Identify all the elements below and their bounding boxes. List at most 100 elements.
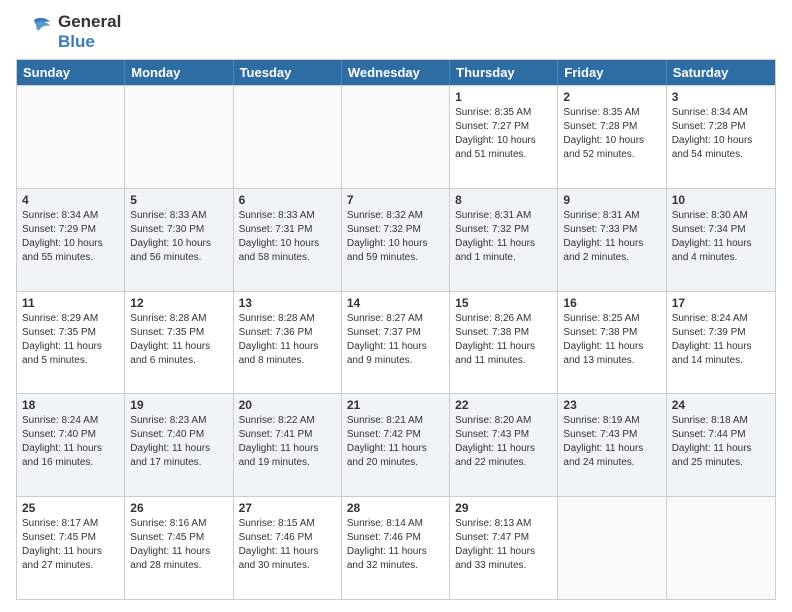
day-number: 29 xyxy=(455,501,552,515)
calendar-cell xyxy=(558,497,666,599)
calendar-body: 1 Sunrise: 8:35 AMSunset: 7:27 PMDaylight… xyxy=(17,85,775,599)
calendar-cell: 1 Sunrise: 8:35 AMSunset: 7:27 PMDaylight… xyxy=(450,86,558,188)
calendar-header-cell: Tuesday xyxy=(234,60,342,85)
day-number: 9 xyxy=(563,193,660,207)
calendar-cell: 3 Sunrise: 8:34 AMSunset: 7:28 PMDaylight… xyxy=(667,86,775,188)
day-number: 6 xyxy=(239,193,336,207)
calendar-cell: 26 Sunrise: 8:16 AMSunset: 7:45 PMDayligh… xyxy=(125,497,233,599)
sun-info: Sunrise: 8:33 AMSunset: 7:31 PMDaylight:… xyxy=(239,209,336,265)
calendar-cell: 17Sunrise: 8:24 AMSunset: 7:39 PMDayligh… xyxy=(667,292,775,394)
calendar-header-cell: Thursday xyxy=(450,60,558,85)
calendar-cell: 20 Sunrise: 8:22 AMSunset: 7:41 PMDayligh… xyxy=(234,394,342,496)
day-number: 24 xyxy=(672,398,770,412)
day-number: 15 xyxy=(455,296,552,310)
sun-info: Sunrise: 8:22 AMSunset: 7:41 PMDaylight:… xyxy=(239,414,336,470)
sun-info: Sunrise: 8:16 AMSunset: 7:45 PMDaylight:… xyxy=(130,517,227,573)
calendar-cell: 2 Sunrise: 8:35 AMSunset: 7:28 PMDaylight… xyxy=(558,86,666,188)
sun-info: Sunrise: 8:32 AMSunset: 7:32 PMDaylight:… xyxy=(347,209,444,265)
sun-info: Sunrise: 8:18 AMSunset: 7:44 PMDaylight:… xyxy=(672,414,770,470)
calendar-cell: 22 Sunrise: 8:20 AMSunset: 7:43 PMDayligh… xyxy=(450,394,558,496)
day-number: 16 xyxy=(563,296,660,310)
calendar-cell xyxy=(125,86,233,188)
day-number: 26 xyxy=(130,501,227,515)
day-number: 11 xyxy=(22,296,119,310)
calendar-header-cell: Friday xyxy=(558,60,666,85)
sun-info: Sunrise: 8:34 AMSunset: 7:28 PMDaylight:… xyxy=(672,106,770,162)
calendar-cell xyxy=(234,86,342,188)
sun-info: Sunrise: 8:21 AMSunset: 7:42 PMDaylight:… xyxy=(347,414,444,470)
sun-info: Sunrise: 8:30 AMSunset: 7:34 PMDaylight:… xyxy=(672,209,770,265)
day-number: 20 xyxy=(239,398,336,412)
sun-info: Sunrise: 8:24 AMSunset: 7:40 PMDaylight:… xyxy=(22,414,119,470)
calendar-cell xyxy=(342,86,450,188)
calendar: SundayMondayTuesdayWednesdayThursdayFrid… xyxy=(16,59,776,600)
calendar-row: 4 Sunrise: 8:34 AMSunset: 7:29 PMDaylight… xyxy=(17,188,775,291)
calendar-cell xyxy=(17,86,125,188)
sun-info: Sunrise: 8:28 AMSunset: 7:35 PMDaylight:… xyxy=(130,312,227,368)
calendar-cell: 29 Sunrise: 8:13 AMSunset: 7:47 PMDayligh… xyxy=(450,497,558,599)
sun-info: Sunrise: 8:29 AMSunset: 7:35 PMDaylight:… xyxy=(22,312,119,368)
calendar-cell: 16 Sunrise: 8:25 AMSunset: 7:38 PMDayligh… xyxy=(558,292,666,394)
sun-info: Sunrise: 8:13 AMSunset: 7:47 PMDaylight:… xyxy=(455,517,552,573)
calendar-cell: 4 Sunrise: 8:34 AMSunset: 7:29 PMDaylight… xyxy=(17,189,125,291)
calendar-cell: 14 Sunrise: 8:27 AMSunset: 7:37 PMDayligh… xyxy=(342,292,450,394)
calendar-cell: 7 Sunrise: 8:32 AMSunset: 7:32 PMDaylight… xyxy=(342,189,450,291)
calendar-row: 25Sunrise: 8:17 AMSunset: 7:45 PMDayligh… xyxy=(17,496,775,599)
calendar-cell: 25Sunrise: 8:17 AMSunset: 7:45 PMDayligh… xyxy=(17,497,125,599)
calendar-cell: 21 Sunrise: 8:21 AMSunset: 7:42 PMDayligh… xyxy=(342,394,450,496)
day-number: 12 xyxy=(130,296,227,310)
day-number: 7 xyxy=(347,193,444,207)
logo: General Blue xyxy=(16,12,121,51)
calendar-header-cell: Sunday xyxy=(17,60,125,85)
calendar-cell xyxy=(667,497,775,599)
calendar-header-cell: Monday xyxy=(125,60,233,85)
day-number: 14 xyxy=(347,296,444,310)
sun-info: Sunrise: 8:31 AMSunset: 7:33 PMDaylight:… xyxy=(563,209,660,265)
sun-info: Sunrise: 8:35 AMSunset: 7:28 PMDaylight:… xyxy=(563,106,660,162)
day-number: 22 xyxy=(455,398,552,412)
calendar-header-cell: Wednesday xyxy=(342,60,450,85)
day-number: 18 xyxy=(22,398,119,412)
calendar-cell: 13Sunrise: 8:28 AMSunset: 7:36 PMDayligh… xyxy=(234,292,342,394)
calendar-cell: 28Sunrise: 8:14 AMSunset: 7:46 PMDayligh… xyxy=(342,497,450,599)
sun-info: Sunrise: 8:20 AMSunset: 7:43 PMDaylight:… xyxy=(455,414,552,470)
day-number: 4 xyxy=(22,193,119,207)
logo-blue-text: Blue xyxy=(58,32,121,52)
calendar-cell: 19Sunrise: 8:23 AMSunset: 7:40 PMDayligh… xyxy=(125,394,233,496)
sun-info: Sunrise: 8:19 AMSunset: 7:43 PMDaylight:… xyxy=(563,414,660,470)
sun-info: Sunrise: 8:26 AMSunset: 7:38 PMDaylight:… xyxy=(455,312,552,368)
calendar-cell: 24 Sunrise: 8:18 AMSunset: 7:44 PMDayligh… xyxy=(667,394,775,496)
day-number: 23 xyxy=(563,398,660,412)
sun-info: Sunrise: 8:31 AMSunset: 7:32 PMDaylight:… xyxy=(455,209,552,265)
sun-info: Sunrise: 8:15 AMSunset: 7:46 PMDaylight:… xyxy=(239,517,336,573)
day-number: 3 xyxy=(672,90,770,104)
calendar-cell: 8 Sunrise: 8:31 AMSunset: 7:32 PMDaylight… xyxy=(450,189,558,291)
calendar-header-cell: Saturday xyxy=(667,60,775,85)
day-number: 2 xyxy=(563,90,660,104)
sun-info: Sunrise: 8:35 AMSunset: 7:27 PMDaylight:… xyxy=(455,106,552,162)
logo-general-text: General xyxy=(58,12,121,32)
day-number: 13 xyxy=(239,296,336,310)
sun-info: Sunrise: 8:33 AMSunset: 7:30 PMDaylight:… xyxy=(130,209,227,265)
sun-info: Sunrise: 8:25 AMSunset: 7:38 PMDaylight:… xyxy=(563,312,660,368)
day-number: 19 xyxy=(130,398,227,412)
sun-info: Sunrise: 8:34 AMSunset: 7:29 PMDaylight:… xyxy=(22,209,119,265)
calendar-header-row: SundayMondayTuesdayWednesdayThursdayFrid… xyxy=(17,60,775,85)
calendar-row: 11 Sunrise: 8:29 AMSunset: 7:35 PMDayligh… xyxy=(17,291,775,394)
calendar-cell: 15 Sunrise: 8:26 AMSunset: 7:38 PMDayligh… xyxy=(450,292,558,394)
day-number: 17 xyxy=(672,296,770,310)
day-number: 27 xyxy=(239,501,336,515)
calendar-page: General Blue SundayMondayTuesdayWednesda… xyxy=(0,0,792,612)
day-number: 21 xyxy=(347,398,444,412)
day-number: 8 xyxy=(455,193,552,207)
sun-info: Sunrise: 8:27 AMSunset: 7:37 PMDaylight:… xyxy=(347,312,444,368)
calendar-cell: 10Sunrise: 8:30 AMSunset: 7:34 PMDayligh… xyxy=(667,189,775,291)
calendar-row: 1 Sunrise: 8:35 AMSunset: 7:27 PMDaylight… xyxy=(17,85,775,188)
header: General Blue xyxy=(16,12,776,51)
day-number: 1 xyxy=(455,90,552,104)
calendar-cell: 5Sunrise: 8:33 AMSunset: 7:30 PMDaylight… xyxy=(125,189,233,291)
calendar-cell: 23 Sunrise: 8:19 AMSunset: 7:43 PMDayligh… xyxy=(558,394,666,496)
calendar-cell: 11 Sunrise: 8:29 AMSunset: 7:35 PMDayligh… xyxy=(17,292,125,394)
sun-info: Sunrise: 8:14 AMSunset: 7:46 PMDaylight:… xyxy=(347,517,444,573)
logo-bird-icon xyxy=(16,14,52,50)
